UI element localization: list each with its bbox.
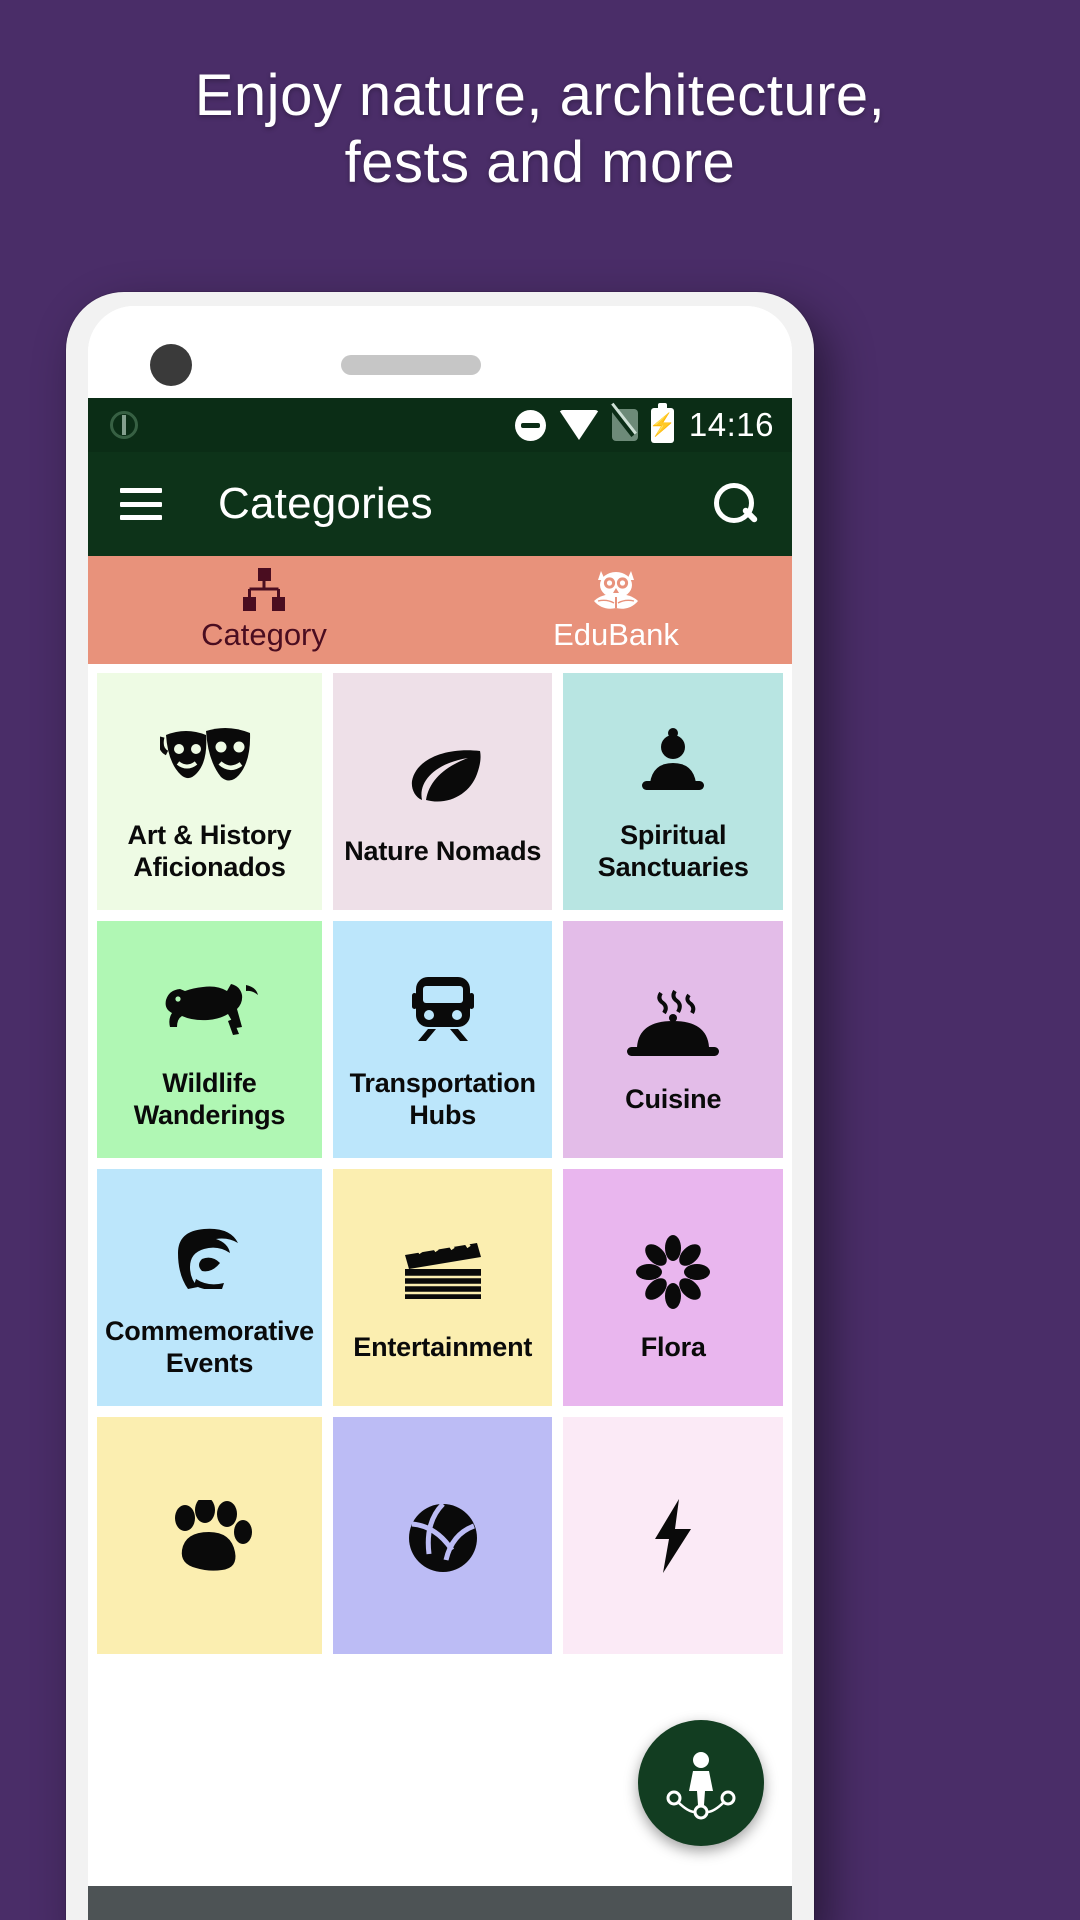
- battery-charging-icon: ⚡: [648, 402, 677, 443]
- page-title: Categories: [218, 479, 433, 528]
- category-label: Commemorative Events: [105, 1315, 314, 1378]
- status-bar-clock: 14:16: [688, 406, 774, 443]
- category-card[interactable]: Cuisine: [563, 921, 783, 1158]
- food-dome-icon: [623, 964, 723, 1084]
- category-card[interactable]: Commemorative Events: [97, 1169, 322, 1406]
- category-card[interactable]: [332, 1417, 553, 1654]
- category-card[interactable]: Spiritual Sanctuaries: [563, 673, 783, 910]
- people-network-icon: [666, 1752, 736, 1820]
- train-icon: [406, 948, 480, 1068]
- volleyball-icon: [400, 1476, 486, 1596]
- theater-masks-icon: [160, 700, 258, 820]
- tab-edubank-label: EduBank: [553, 617, 679, 652]
- promo-headline: Enjoy nature, architecture, fests and mo…: [0, 0, 1080, 197]
- do-not-disturb-icon: [514, 409, 546, 441]
- tab-edubank[interactable]: EduBank: [440, 556, 792, 664]
- category-card[interactable]: [97, 1417, 322, 1654]
- lightning-icon: [647, 1476, 699, 1596]
- leaf-icon: [400, 716, 486, 836]
- clapperboard-icon: [399, 1212, 487, 1332]
- buddha-icon: [636, 700, 710, 820]
- category-label: Wildlife Wanderings: [133, 1067, 286, 1130]
- earpiece-speaker: [341, 355, 481, 375]
- tab-category[interactable]: Category: [88, 556, 440, 664]
- tab-bar: Category EduBank: [88, 556, 792, 664]
- category-label: Spiritual Sanctuaries: [597, 819, 749, 882]
- brightness-icon: [110, 411, 138, 439]
- wifi-icon: [558, 410, 599, 440]
- android-navigation-bar: [88, 1886, 792, 1920]
- category-label: Entertainment: [353, 1331, 533, 1362]
- flower-icon: [631, 1212, 715, 1332]
- category-label: Cuisine: [625, 1083, 722, 1114]
- category-card[interactable]: Transportation Hubs: [332, 921, 553, 1158]
- category-card[interactable]: Nature Nomads: [332, 673, 553, 910]
- category-card[interactable]: Flora: [563, 1169, 783, 1406]
- promo-headline-line-2: fests and more: [344, 130, 736, 196]
- signal-off-icon: [611, 409, 638, 441]
- people-network-fab[interactable]: [638, 1720, 764, 1846]
- category-card[interactable]: Art & History Aficionados: [97, 673, 322, 910]
- category-label: Nature Nomads: [344, 835, 542, 866]
- app-bar: Categories: [88, 452, 792, 556]
- phone-screen-frame: ⚡ 14:16 Categories Category EduBank Art …: [88, 306, 792, 1920]
- lion-icon: [158, 948, 260, 1068]
- hamburger-menu-icon[interactable]: [120, 488, 162, 520]
- category-card[interactable]: Wildlife Wanderings: [97, 921, 322, 1158]
- charging-bolt-glyph: ⚡: [648, 412, 677, 437]
- phone-bezel-top: [88, 306, 792, 398]
- tab-category-label: Category: [201, 617, 327, 652]
- search-icon[interactable]: [712, 481, 758, 527]
- promo-headline-line-1: Enjoy nature, architecture,: [194, 63, 886, 128]
- paw-icon: [165, 1476, 253, 1596]
- spartan-helmet-icon: [166, 1196, 252, 1316]
- category-card[interactable]: Entertainment: [332, 1169, 553, 1406]
- phone-mockup: ⚡ 14:16 Categories Category EduBank Art …: [66, 292, 814, 1920]
- app-screen: ⚡ 14:16 Categories Category EduBank Art …: [88, 398, 792, 1920]
- category-label: Art & History Aficionados: [127, 819, 292, 882]
- category-card[interactable]: [563, 1417, 783, 1654]
- category-label: Flora: [640, 1331, 706, 1362]
- sitemap-icon: [241, 567, 287, 613]
- status-bar: ⚡ 14:16: [88, 398, 792, 452]
- front-camera-icon: [150, 344, 192, 386]
- owl-book-icon: [590, 567, 642, 613]
- category-label: Transportation Hubs: [349, 1067, 536, 1130]
